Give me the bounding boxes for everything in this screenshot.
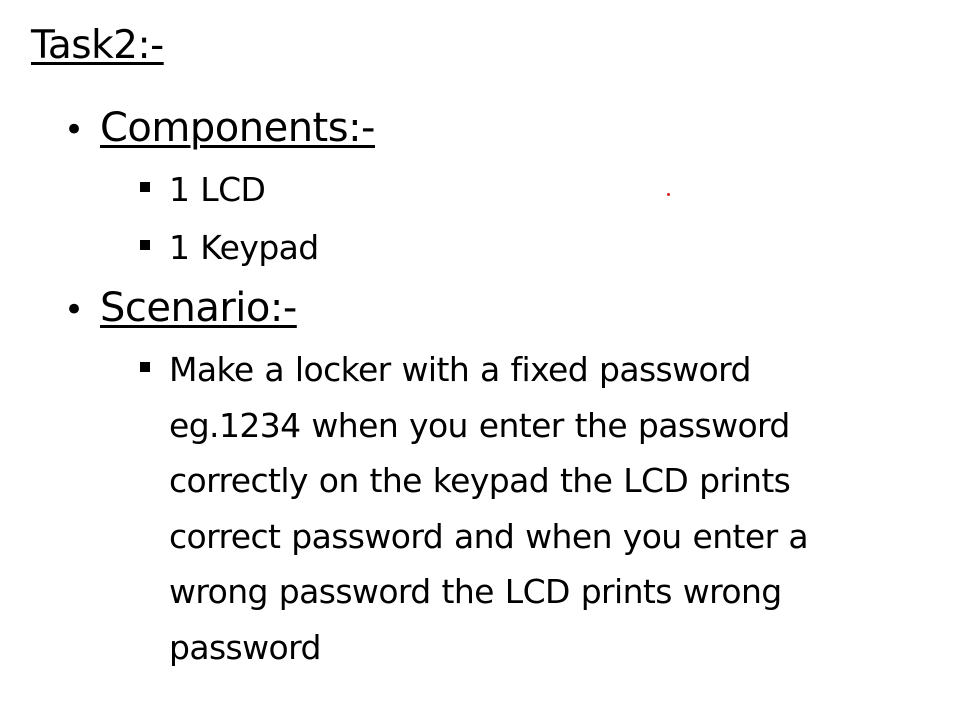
square-bullet-icon bbox=[140, 362, 150, 372]
stray-red-dot bbox=[667, 193, 670, 196]
list-item-text: 1 Keypad bbox=[169, 228, 319, 267]
page-title: Task2:- bbox=[31, 23, 164, 68]
document-page: Task2:- • Components:- 1 LCD 1 Keypad • … bbox=[0, 0, 961, 719]
square-bullet-icon bbox=[140, 240, 150, 250]
section-components: • Components:- bbox=[64, 104, 375, 154]
list-item-text: 1 LCD bbox=[169, 170, 266, 209]
section-heading-scenario: Scenario:- bbox=[100, 285, 297, 331]
bullet-dot-icon: • bbox=[64, 110, 85, 150]
list-item-keypad: 1 Keypad bbox=[140, 220, 859, 276]
section-heading-components: Components:- bbox=[100, 105, 375, 151]
list-item-lcd: 1 LCD bbox=[140, 162, 859, 218]
list-item-text: Make a locker with a fixed password eg.1… bbox=[169, 350, 809, 667]
list-item-scenario: Make a locker with a fixed password eg.1… bbox=[140, 342, 859, 675]
section-scenario: • Scenario:- bbox=[64, 284, 297, 334]
square-bullet-icon bbox=[140, 182, 150, 192]
bullet-dot-icon: • bbox=[64, 290, 85, 330]
